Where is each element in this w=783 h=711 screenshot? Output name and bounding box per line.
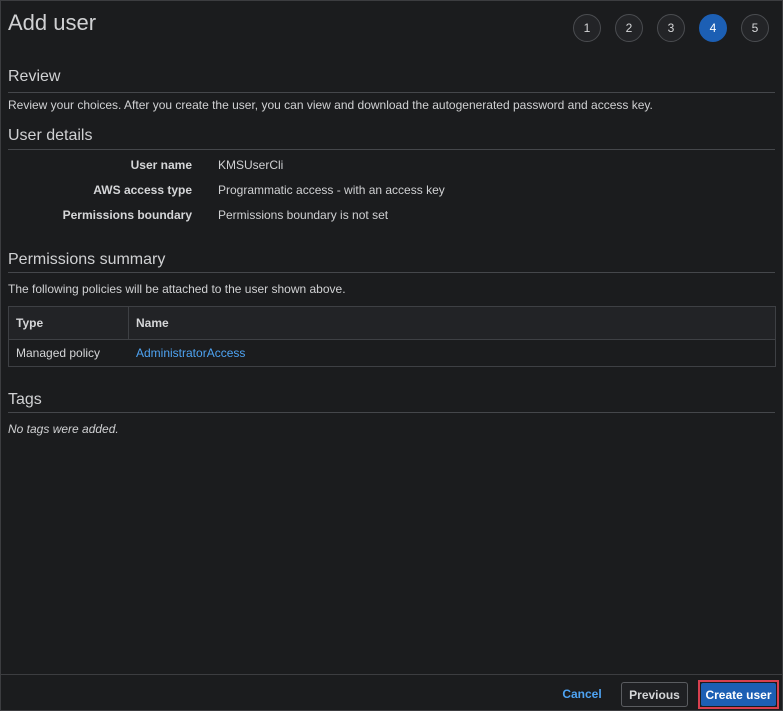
wizard-steps: 1 2 3 4 5 bbox=[573, 14, 783, 42]
review-heading: Review bbox=[8, 68, 61, 85]
user-details-divider bbox=[8, 149, 775, 150]
permissions-description: The following policies will be attached … bbox=[8, 282, 346, 296]
table-row: Managed policy AdministratorAccess bbox=[9, 340, 775, 367]
tags-empty-text: No tags were added. bbox=[8, 422, 119, 436]
user-name-value: KMSUserCli bbox=[218, 158, 284, 172]
access-type-value: Programmatic access - with an access key bbox=[218, 183, 445, 197]
policy-name-link[interactable]: AdministratorAccess bbox=[136, 346, 245, 360]
tags-divider bbox=[8, 412, 775, 413]
tags-heading: Tags bbox=[8, 391, 42, 408]
permissions-heading: Permissions summary bbox=[8, 251, 166, 268]
permissions-boundary-label: Permissions boundary bbox=[62, 208, 192, 222]
step-3[interactable]: 3 bbox=[657, 14, 685, 42]
permissions-divider bbox=[8, 272, 775, 273]
review-divider bbox=[8, 92, 775, 93]
previous-button[interactable]: Previous bbox=[621, 682, 688, 707]
footer-divider bbox=[1, 674, 782, 675]
step-5[interactable]: 5 bbox=[741, 14, 769, 42]
table-header: Type Name bbox=[9, 307, 775, 340]
policy-type-cell: Managed policy bbox=[16, 346, 101, 360]
user-details-heading: User details bbox=[8, 127, 93, 144]
step-1[interactable]: 1 bbox=[573, 14, 601, 42]
create-user-button[interactable]: Create user bbox=[701, 683, 776, 706]
step-4-current[interactable]: 4 bbox=[699, 14, 727, 42]
column-header-type: Type bbox=[9, 307, 129, 339]
user-name-label: User name bbox=[130, 158, 192, 172]
cancel-button[interactable]: Cancel bbox=[557, 683, 607, 705]
review-description: Review your choices. After you create th… bbox=[8, 98, 653, 112]
wizard-window: Add user 1 2 3 4 5 Review Review your ch… bbox=[0, 0, 783, 711]
page-title: Add user bbox=[8, 10, 97, 35]
policy-name-cell: AdministratorAccess bbox=[129, 340, 775, 366]
permissions-boundary-value: Permissions boundary is not set bbox=[218, 208, 389, 222]
permissions-table: Type Name Managed policy AdministratorAc… bbox=[8, 306, 776, 367]
step-2[interactable]: 2 bbox=[615, 14, 643, 42]
access-type-label: AWS access type bbox=[93, 183, 192, 197]
column-header-name: Name bbox=[136, 316, 169, 330]
